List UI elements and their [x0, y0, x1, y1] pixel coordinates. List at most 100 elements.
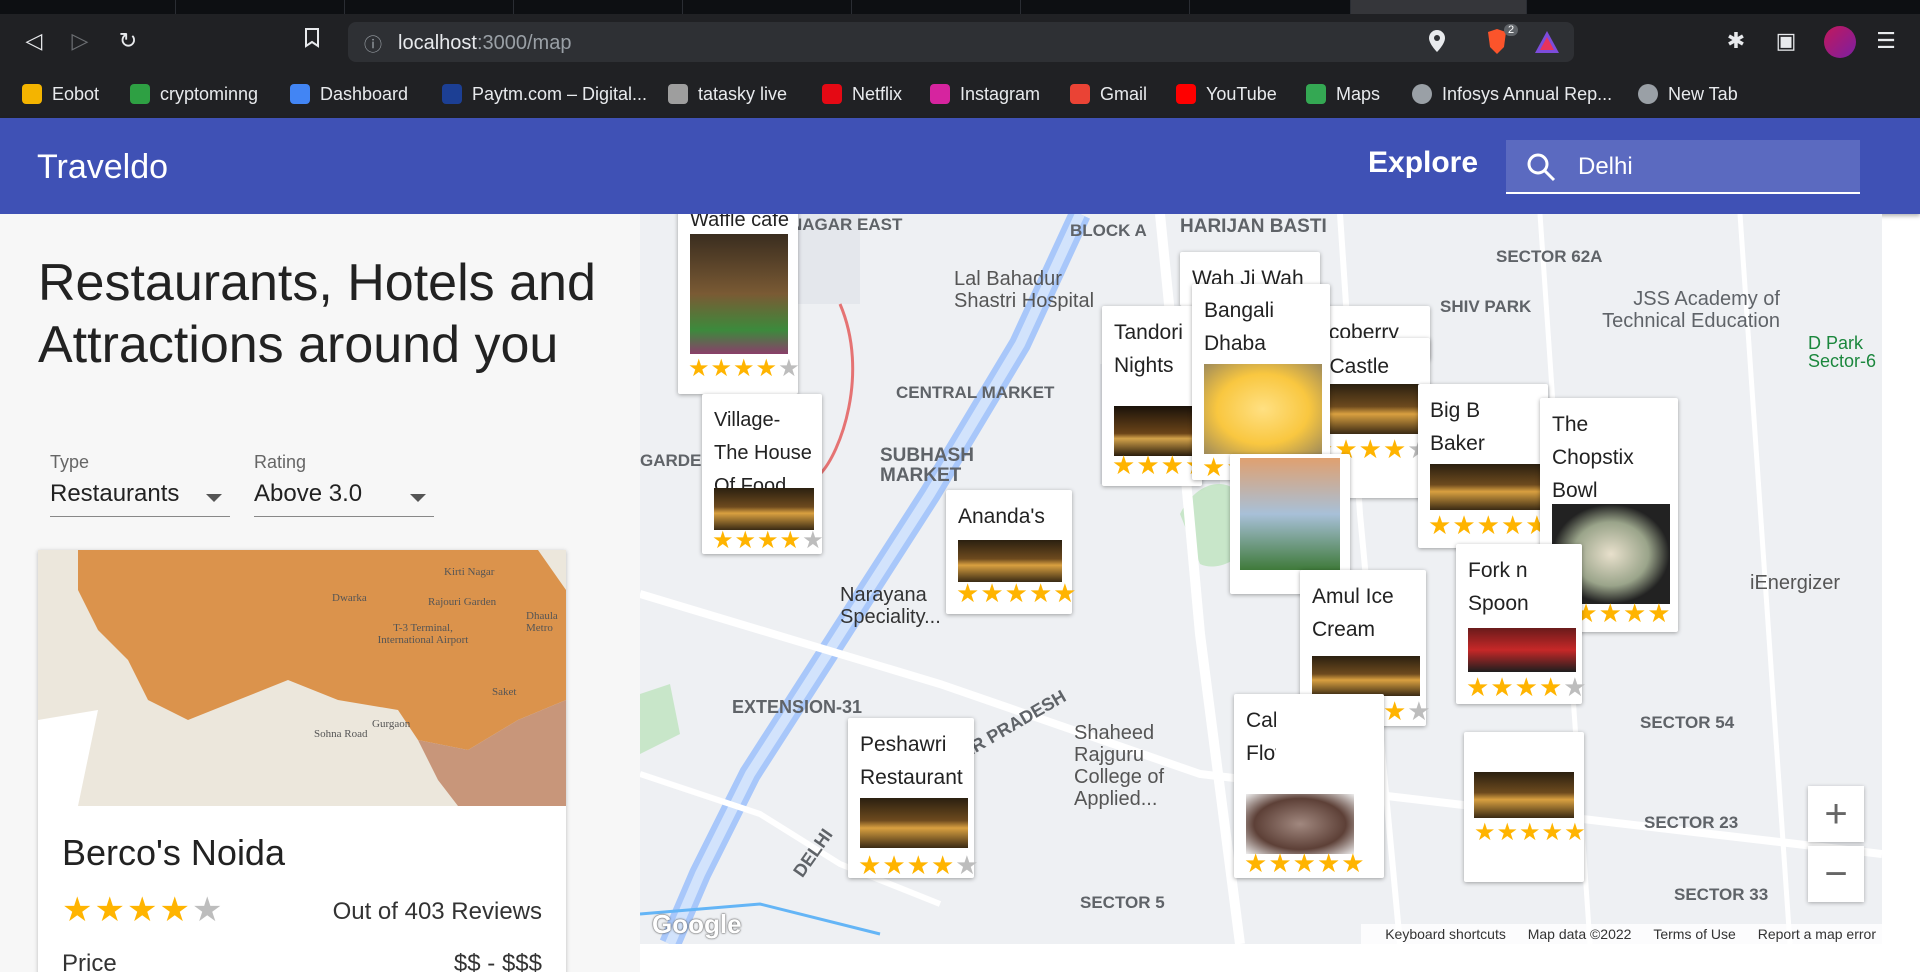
- rating-select[interactable]: Above 3.0: [254, 480, 434, 517]
- star-filled-icon: ★: [710, 355, 734, 382]
- place-image: [958, 540, 1062, 582]
- place-marker-card[interactable]: Cak Flov ★★★★★: [1234, 694, 1384, 878]
- star-filled-icon: ★: [159, 891, 192, 929]
- url-text[interactable]: localhost:3000/map: [398, 32, 571, 55]
- info-icon[interactable]: ⓘ: [364, 31, 382, 57]
- bookmark-item[interactable]: tatasky live: [668, 82, 787, 106]
- map-place-label: T-3 Terminal, International Airport: [377, 622, 469, 646]
- forward-icon[interactable]: ▷: [66, 28, 94, 56]
- star-filled-icon: ★: [980, 578, 1005, 608]
- star-filled-icon: ★: [62, 891, 95, 929]
- keyboard-shortcuts-link[interactable]: Keyboard shortcuts: [1385, 926, 1506, 942]
- bookmark-icon[interactable]: [298, 28, 326, 56]
- place-image: [1114, 406, 1194, 456]
- place-name: Amul Ice Cream: [1312, 585, 1394, 641]
- brand-title[interactable]: Traveldo: [37, 148, 168, 187]
- report-error-link[interactable]: Report a map error: [1758, 926, 1876, 942]
- browser-tab[interactable]: [514, 0, 683, 14]
- page-title: Restaurants, Hotels and Attractions arou…: [38, 254, 596, 374]
- place-marker-card[interactable]: Tandori Nights ★★★★★: [1102, 306, 1233, 486]
- star-filled-icon: ★: [1358, 434, 1383, 464]
- map-label: SECTOR 62A: [1496, 247, 1603, 266]
- bookmark-item[interactable]: Infosys Annual Rep...: [1412, 82, 1612, 106]
- browser-tab-active[interactable]: [1351, 0, 1527, 14]
- bookmark-item[interactable]: Paytm.com – Digital...: [442, 82, 647, 106]
- bookmark-item[interactable]: Instagram: [930, 82, 1040, 106]
- bookmark-label: Dashboard: [320, 84, 409, 104]
- star-filled-icon: ★: [1382, 696, 1408, 726]
- map-place-label: Dhaula Metro: [526, 610, 558, 634]
- place-marker-card[interactable]: Waffle cafe ★★★★★: [678, 214, 800, 394]
- place-marker-card[interactable]: Peshawri Restaurant ★★★★★: [848, 718, 979, 880]
- address-bar[interactable]: ⓘ localhost:3000/map 2: [348, 22, 1574, 62]
- bookmark-item[interactable]: cryptominng: [130, 82, 258, 106]
- browser-tab[interactable]: [176, 0, 345, 14]
- netflix-icon: [822, 84, 842, 104]
- profile-avatar[interactable]: [1824, 26, 1856, 58]
- location-icon[interactable]: [1428, 29, 1446, 58]
- browser-tab[interactable]: [0, 0, 176, 14]
- rating-stars: ★★★★★: [956, 578, 1078, 609]
- browser-tab[interactable]: [1190, 0, 1351, 14]
- type-select[interactable]: Restaurants: [50, 480, 230, 517]
- bookmark-item[interactable]: Gmail: [1070, 82, 1147, 106]
- star-filled-icon: ★: [1053, 578, 1078, 608]
- bookmark-item[interactable]: YouTube: [1176, 82, 1277, 106]
- place-photo-card[interactable]: ★★★★★: [1464, 732, 1587, 882]
- back-icon[interactable]: ◁: [20, 28, 48, 56]
- search-input[interactable]: [1576, 148, 1850, 186]
- rating-stars: ★★★★★: [1474, 818, 1587, 847]
- zoom-out-button[interactable]: −: [1808, 846, 1864, 902]
- star-filled-icon: ★: [1316, 848, 1342, 878]
- wallet-icon[interactable]: ▣: [1772, 28, 1800, 56]
- globe-icon: [1638, 84, 1658, 104]
- google-logo[interactable]: Google: [652, 909, 742, 940]
- map-place-label: Gurgaon: [372, 718, 411, 730]
- brave-rewards-icon[interactable]: [1534, 30, 1560, 59]
- price-value: $$ - $$$: [453, 950, 542, 972]
- map-view[interactable]: NAGAR EAST BLOCK A HARIJAN BASTI SECTOR …: [640, 214, 1882, 944]
- place-marker-card[interactable]: Fork n Spoon ★★★★★: [1456, 544, 1587, 704]
- star-filled-icon: ★: [1514, 672, 1539, 702]
- star-filled-icon: ★: [1268, 848, 1293, 878]
- browser-tab[interactable]: [345, 0, 514, 14]
- menu-icon[interactable]: ☰: [1872, 28, 1900, 56]
- search-box[interactable]: [1506, 140, 1860, 194]
- app-header: Traveldo Explore: [0, 118, 1920, 214]
- star-filled-icon: ★: [1622, 598, 1648, 628]
- browser-tab[interactable]: [683, 0, 852, 14]
- extensions-icon[interactable]: ✱: [1722, 28, 1750, 56]
- place-image: [1312, 656, 1420, 696]
- bookmark-item[interactable]: Dashboard: [290, 82, 408, 106]
- star-filled-icon: ★: [1382, 434, 1408, 464]
- left-panel: Restaurants, Hotels and Attractions arou…: [0, 214, 640, 972]
- bookmark-label: Maps: [1336, 84, 1381, 104]
- place-card[interactable]: Kirti Nagar Dwarka Rajouri Garden T-3 Te…: [38, 550, 566, 972]
- browser-tab[interactable]: [852, 0, 1021, 14]
- rating-stars: ★★★★★: [858, 850, 980, 881]
- rating-value: Above 3.0: [254, 480, 363, 507]
- zoom-in-button[interactable]: +: [1808, 786, 1864, 842]
- star-filled-icon: ★: [1341, 848, 1366, 878]
- browser-tab[interactable]: [1021, 0, 1190, 14]
- star-filled-icon: ★: [1564, 819, 1587, 846]
- tab-strip: [0, 0, 1920, 14]
- place-marker-card[interactable]: Big B Baker Fresh ★★★★★: [1418, 384, 1550, 548]
- bookmark-item[interactable]: Netflix: [822, 82, 902, 106]
- place-marker-card[interactable]: Village- The House Of Food ★★★★★: [702, 394, 824, 554]
- terms-link[interactable]: Terms of Use: [1653, 926, 1735, 942]
- star-filled-icon: ★: [882, 850, 907, 880]
- review-count: Out of 403 Reviews: [332, 898, 542, 925]
- browser-toolbar: ◁ ▷ ↻ ⓘ localhost:3000/map 2 ✱ ▣ ☰: [0, 14, 1920, 70]
- reload-icon[interactable]: ↻: [114, 28, 142, 56]
- bookmark-item[interactable]: Maps: [1306, 82, 1380, 106]
- place-marker-card[interactable]: Ananda's ★★★★★: [946, 490, 1077, 614]
- bookmark-item[interactable]: New Tab: [1638, 82, 1738, 106]
- star-empty-icon: ★: [1407, 696, 1432, 726]
- bookmark-item[interactable]: Eobot: [22, 82, 99, 106]
- star-filled-icon: ★: [688, 355, 711, 382]
- place-marker-card[interactable]: Bangali Dhaba ★★★★★: [1192, 284, 1330, 482]
- rating-stars: ★★★★★: [1428, 510, 1550, 541]
- map-label: Shaheed Rajguru College of Applied...: [1074, 722, 1165, 810]
- map-label: SECTOR 54: [1640, 713, 1735, 732]
